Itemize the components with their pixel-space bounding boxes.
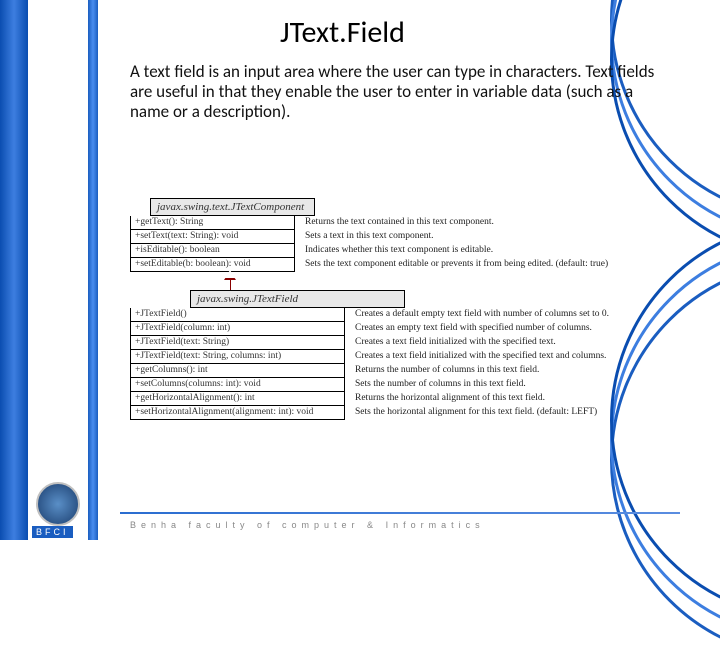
uml-row: +getHorizontalAlignment(): intReturns th… bbox=[130, 392, 680, 406]
class-name-2: javax.swing.JTextField bbox=[190, 290, 405, 308]
description-cell: Sets the horizontal alignment for this t… bbox=[345, 406, 680, 418]
method-cell: +setColumns(columns: int): void bbox=[130, 378, 345, 392]
class-box-2: javax.swing.JTextField bbox=[190, 290, 405, 308]
uml-row: +getText(): StringReturns the text conta… bbox=[130, 216, 680, 230]
uml-row: +setEditable(b: boolean): voidSets the t… bbox=[130, 258, 680, 272]
method-cell: +setText(text: String): void bbox=[130, 230, 295, 244]
footer: BFCI Benha faculty of computer & Informa… bbox=[0, 482, 720, 540]
description-cell: Creates a text field initialized with th… bbox=[345, 336, 680, 348]
left-stripe2-decoration bbox=[88, 0, 98, 540]
uml-diagram: javax.swing.text.JTextComponent +getText… bbox=[130, 198, 680, 420]
method-cell: +JTextField(column: int) bbox=[130, 322, 345, 336]
uml-row: +getColumns(): intReturns the number of … bbox=[130, 364, 680, 378]
description-cell: Sets a text in this text component. bbox=[295, 230, 680, 242]
method-cell: +setHorizontalAlignment(alignment: int):… bbox=[130, 406, 345, 420]
intro-paragraph: A text field is an input area where the … bbox=[130, 62, 660, 122]
uml-row: +JTextField(text: String)Creates a text … bbox=[130, 336, 680, 350]
footer-rule bbox=[120, 512, 680, 514]
uml-row: +JTextField(text: String, columns: int)C… bbox=[130, 350, 680, 364]
method-cell: +JTextField() bbox=[130, 308, 345, 322]
method-cell: +setEditable(b: boolean): void bbox=[130, 258, 295, 272]
method-cell: +isEditable(): boolean bbox=[130, 244, 295, 258]
uml-row: +setColumns(columns: int): voidSets the … bbox=[130, 378, 680, 392]
uml-row: +setText(text: String): voidSets a text … bbox=[130, 230, 680, 244]
uml-row: +JTextField(column: int)Creates an empty… bbox=[130, 322, 680, 336]
class-name-1: javax.swing.text.JTextComponent bbox=[150, 198, 315, 216]
description-cell: Sets the number of columns in this text … bbox=[345, 378, 680, 390]
logo-icon bbox=[36, 482, 80, 526]
method-cell: +getText(): String bbox=[130, 216, 295, 230]
uml-row: +setHorizontalAlignment(alignment: int):… bbox=[130, 406, 680, 420]
method-cell: +getColumns(): int bbox=[130, 364, 345, 378]
inheritance-connector bbox=[230, 272, 232, 290]
description-cell: Returns the number of columns in this te… bbox=[345, 364, 680, 376]
method-cell: +getHorizontalAlignment(): int bbox=[130, 392, 345, 406]
page-title: JText.Field bbox=[280, 14, 405, 51]
method-cell: +JTextField(text: String) bbox=[130, 336, 345, 350]
org-abbr: BFCI bbox=[32, 526, 73, 538]
method-cell: +JTextField(text: String, columns: int) bbox=[130, 350, 345, 364]
description-cell: Returns the horizontal alignment of this… bbox=[345, 392, 680, 404]
description-cell: Indicates whether this text component is… bbox=[295, 244, 680, 256]
left-stripe-decoration bbox=[0, 0, 28, 540]
description-cell: Sets the text component editable or prev… bbox=[295, 258, 680, 270]
uml-row: +isEditable(): booleanIndicates whether … bbox=[130, 244, 680, 258]
footer-text: Benha faculty of computer & Informatics bbox=[130, 520, 485, 530]
description-cell: Creates a text field initialized with th… bbox=[345, 350, 680, 362]
uml-row: +JTextField()Creates a default empty tex… bbox=[130, 308, 680, 322]
class-box-1: javax.swing.text.JTextComponent bbox=[150, 198, 315, 216]
description-cell: Creates an empty text field with specifi… bbox=[345, 322, 680, 334]
description-cell: Returns the text contained in this text … bbox=[295, 216, 680, 228]
description-cell: Creates a default empty text field with … bbox=[345, 308, 680, 320]
